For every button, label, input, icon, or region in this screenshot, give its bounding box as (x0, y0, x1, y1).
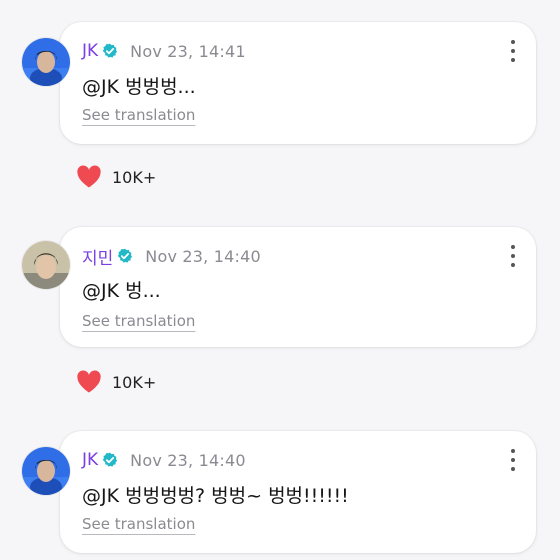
like-row: 10K+ (76, 165, 156, 189)
avatar[interactable] (22, 38, 70, 86)
comment-meta: JK Nov 23, 14:41 (82, 40, 246, 62)
heart-icon[interactable] (76, 370, 102, 394)
like-count: 10K+ (112, 167, 157, 187)
author-name[interactable]: JK (82, 41, 98, 61)
see-translation-link[interactable]: See translation (82, 515, 195, 533)
avatar[interactable] (22, 447, 70, 495)
comment-card: 지민 Nov 23, 14:40 @JK 벙... See translatio… (60, 227, 536, 347)
comment-text: @JK 벙... (82, 280, 161, 302)
more-vertical-icon (511, 40, 515, 44)
verified-check-icon (102, 43, 118, 58)
more-options-button[interactable] (510, 245, 516, 267)
like-row: 10K+ (76, 370, 156, 394)
verified-check-icon (102, 452, 118, 467)
more-options-button[interactable] (510, 40, 516, 62)
comment-card: JK Nov 23, 14:40 @JK 벙벙벙벙? 벙벙~ 벙벙!!!!!! … (60, 431, 536, 553)
see-translation-link[interactable]: See translation (82, 106, 195, 124)
comment-meta: JK Nov 23, 14:40 (82, 449, 246, 471)
comment-card: JK Nov 23, 14:41 @JK 벙벙벙... See translat… (60, 22, 536, 144)
more-options-button[interactable] (510, 449, 516, 471)
comment-text: @JK 벙벙벙벙? 벙벙~ 벙벙!!!!!! (82, 485, 349, 507)
author-name[interactable]: 지민 (82, 244, 113, 269)
author-name[interactable]: JK (82, 450, 98, 470)
verified-check-icon (118, 248, 133, 263)
see-translation-link[interactable]: See translation (82, 312, 195, 330)
like-count: 10K+ (112, 372, 157, 392)
avatar[interactable] (22, 241, 70, 289)
timestamp: Nov 23, 14:41 (130, 41, 246, 61)
more-vertical-icon (511, 245, 515, 249)
comment-meta: 지민 Nov 23, 14:40 (82, 244, 261, 269)
more-vertical-icon (511, 449, 515, 453)
timestamp: Nov 23, 14:40 (130, 450, 246, 470)
heart-icon[interactable] (76, 165, 102, 189)
timestamp: Nov 23, 14:40 (145, 246, 261, 266)
comment-text: @JK 벙벙벙... (82, 76, 196, 98)
